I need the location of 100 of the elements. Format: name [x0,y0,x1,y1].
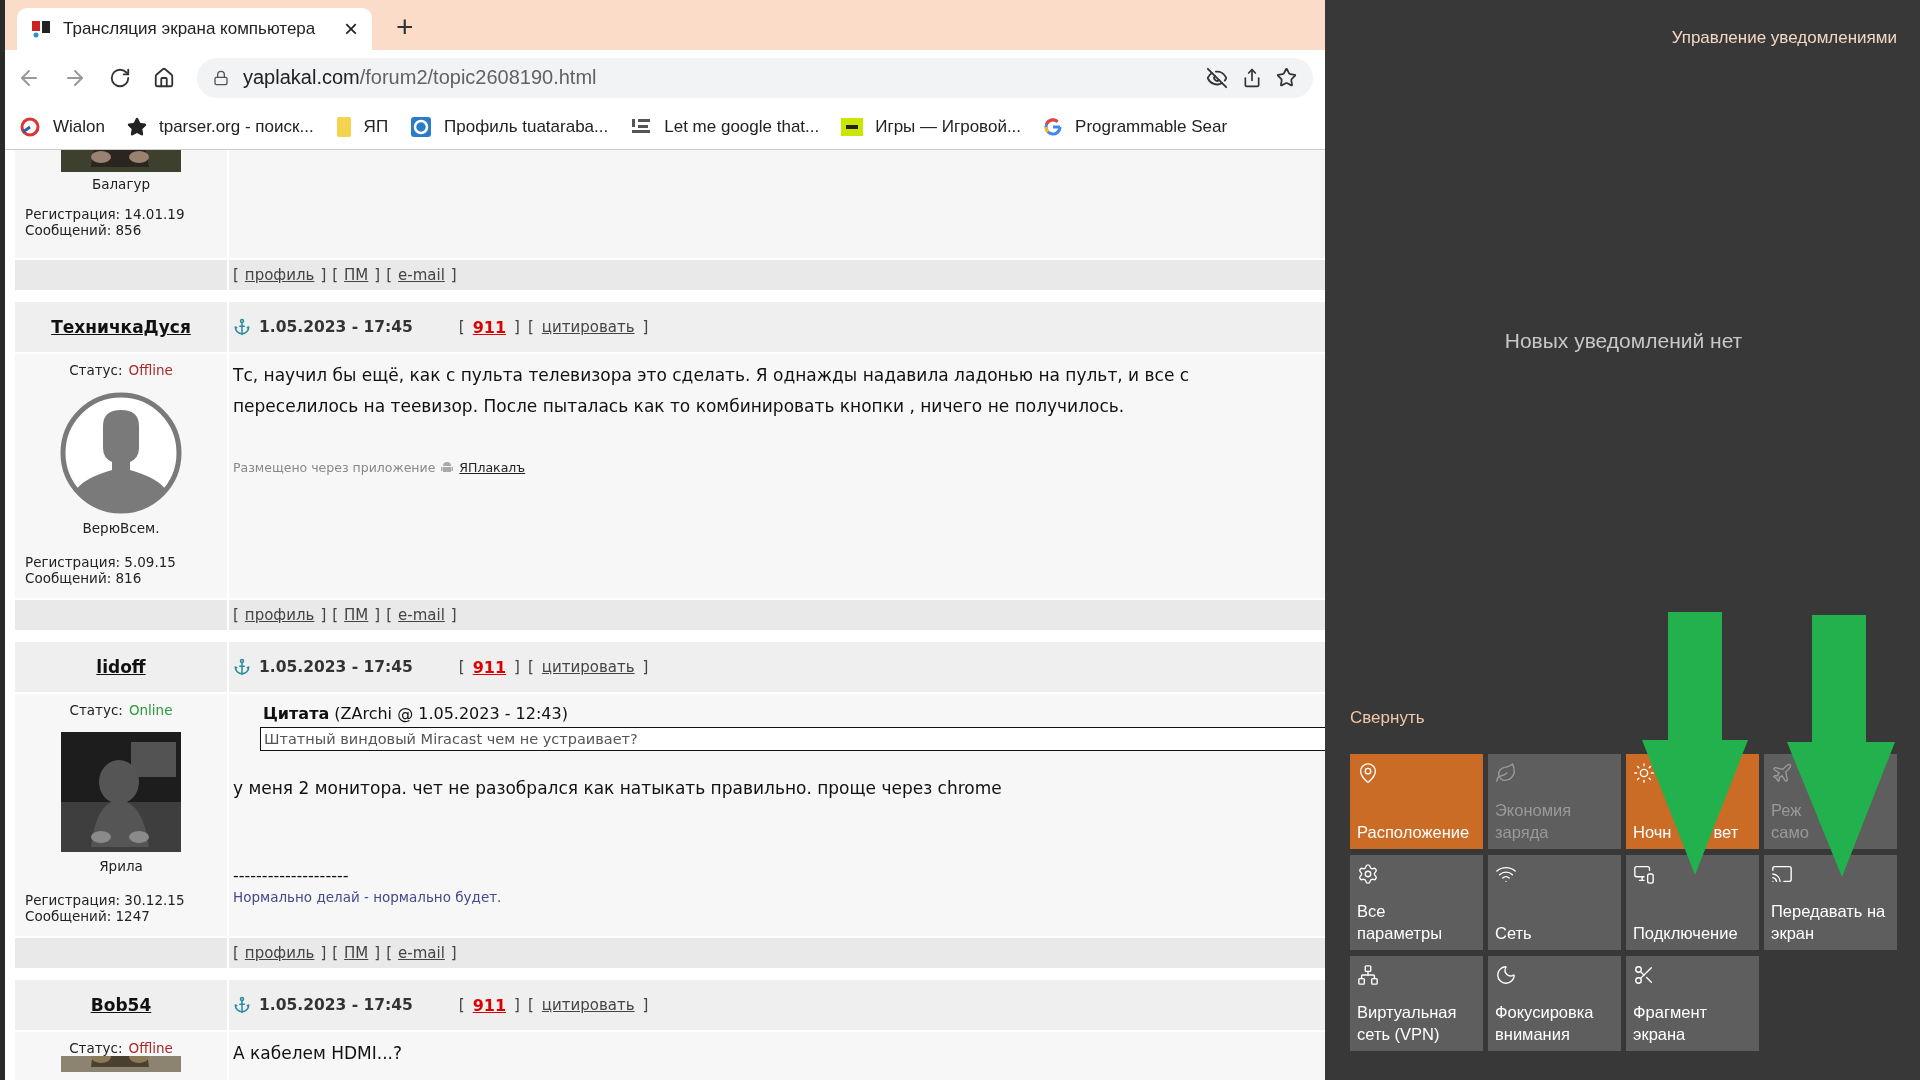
bracket: ] [450,944,457,962]
sun-icon [1633,762,1655,784]
quick-action-tile[interactable]: Расположение [1350,754,1483,849]
quick-action-tile[interactable]: Подключение [1626,855,1759,950]
lock-icon [213,69,229,86]
bookmark[interactable]: Let me google that... [630,116,820,138]
bracket: ] [514,996,520,1014]
post-number-link[interactable]: 911 [472,995,507,1015]
devices-icon [1633,863,1655,885]
bookmark[interactable]: Wialon [19,116,105,138]
bracket: [ [386,944,393,962]
bracket: [ [527,658,534,676]
ring-icon [19,116,41,138]
tile-label: Фрагмент [1633,1002,1708,1023]
quick-action-tile[interactable]: Фокусировка внимания [1488,956,1621,1051]
message-count: Сообщений: 1247 [24,908,150,924]
user-rank: ВерюВсем. [82,520,160,536]
signature-rule: -------------------- [233,866,350,885]
quick-action-tile[interactable]: Фрагмент экрана [1626,956,1759,1051]
bracket: [ [458,996,465,1014]
tile-label: вет [1713,822,1739,843]
bracket: ] [374,944,381,962]
eye-off-icon[interactable] [1206,66,1228,89]
profile-link[interactable]: e-mail [398,944,445,962]
author-link[interactable]: lidoff [96,657,146,677]
tile-label: заряда [1495,822,1549,843]
profile-link[interactable]: профиль [244,944,315,962]
close-tab-button[interactable]: × [344,17,358,41]
profile-link[interactable]: e-mail [398,266,445,284]
android-icon [441,461,454,474]
quick-action-tile[interactable]: Сеть [1488,855,1621,950]
quote-link[interactable]: цитировать [541,996,635,1014]
manage-notifications-link[interactable]: Управление уведомлениями [1671,28,1897,48]
leaf-icon [1495,762,1517,784]
bracket: [ [386,606,393,624]
tile-label: внимания [1495,1024,1570,1045]
anchor-icon[interactable] [233,996,251,1014]
tile-label: Экономия [1495,800,1572,821]
browser-tab[interactable]: Трансляция экрана компьютера × [17,8,372,50]
anchor-icon[interactable] [233,318,251,336]
registration-date: Регистрация: 5.09.15 [24,554,176,570]
profile-link[interactable]: e-mail [398,606,445,624]
bracket: ] [320,266,327,284]
google-icon [1043,117,1064,137]
bracket: [ [233,606,239,624]
quick-action-tile[interactable]: Передавать на экран [1764,855,1897,950]
home-icon[interactable] [153,66,175,89]
bracket: [ [233,266,239,284]
anchor-icon[interactable] [233,658,251,676]
tile-label: Реж [1771,800,1802,821]
quick-action-tile[interactable]: Все параметры [1350,855,1483,950]
star-icon [126,117,147,137]
author-link[interactable]: Bob54 [90,995,152,1015]
registration-date: Регистрация: 14.01.19 [24,206,185,222]
profile-link[interactable]: профиль [244,266,315,284]
post-date: 1.05.2023 - 17:45 [259,658,413,676]
bookmark[interactable]: Игры — Игровой... [841,117,1022,137]
bracket: ] [642,658,649,676]
address-bar[interactable]: yaplakal.com/forum2/topic2608190.html [197,57,1313,98]
quote-link[interactable]: цитировать [541,658,635,676]
tile-label: Расположение [1357,822,1470,843]
profile-link[interactable]: ПМ [344,944,369,962]
bookmark[interactable]: ЯП [335,116,389,138]
share-icon[interactable] [1242,67,1262,88]
new-tab-button[interactable]: + [382,12,428,50]
bracket: ] [374,606,381,624]
plane-icon [1771,762,1793,784]
star-icon[interactable] [1276,67,1297,88]
post-number-link[interactable]: 911 [472,317,507,337]
bracket: ] [320,606,327,624]
settings-icon [1357,863,1379,885]
bracket: ] [514,318,520,336]
site-logo-icon [31,19,51,39]
post-date: 1.05.2023 - 17:45 [259,318,413,336]
bookmark[interactable]: Programmable Sear [1043,117,1228,137]
post-text: Тс, научил бы ещё, как с пульта телевизора это сделать. Я однажды надавила ладонью на пульт, и все с [233,364,1191,387]
bookmark[interactable]: Профиль tuataraba... [410,116,609,138]
bracket: ] [642,318,649,336]
post-number-link[interactable]: 911 [472,657,507,677]
bookmark[interactable]: tparser.org - поиск... [126,117,314,137]
signature-text: Нормально делай - нормально будет. [233,889,503,905]
bracket: ] [450,606,457,624]
no-notifications-text: Новых уведомлений нет [1504,329,1743,353]
quick-action-tile[interactable]: Виртуальная сеть (VPN) [1350,956,1483,1051]
profile-link[interactable]: профиль [244,606,315,624]
network-icon [1357,964,1379,986]
bracket: [ [527,996,534,1014]
profile-link[interactable]: ПМ [344,266,369,284]
profile-link[interactable]: ПМ [344,606,369,624]
user-rank: Ярила [99,858,143,874]
tile-label: Фокусировка [1495,1002,1594,1023]
app-link[interactable]: ЯПлакалъ [459,460,526,475]
collapse-link[interactable]: Свернуть [1350,708,1425,728]
quote-link[interactable]: цитировать [541,318,635,336]
message-count: Сообщений: 816 [24,570,142,586]
reload-icon[interactable] [109,66,131,89]
bracket: [ [458,318,465,336]
bracket: [ [527,318,534,336]
author-link[interactable]: ТехничкаДуся [51,317,191,337]
quote-box: Штатный виндовый Miracast чем не устраивает? [260,727,1325,751]
